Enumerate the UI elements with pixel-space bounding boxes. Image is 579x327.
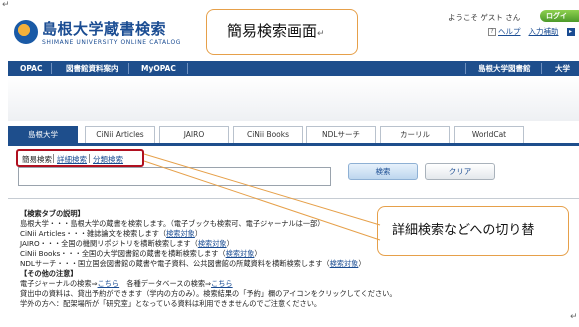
note-text: ） bbox=[226, 239, 234, 248]
mode-divider bbox=[53, 154, 54, 163]
note-ndl: NDLサーチ・・・国立国会図書館の蔵書や電子資料、公共図書館の所蔵資料を横断検索… bbox=[20, 259, 366, 269]
nav-myopac[interactable]: MyOPAC bbox=[141, 61, 176, 76]
tab-cinii-articles[interactable]: CiNii Articles bbox=[85, 126, 155, 143]
nav-divider bbox=[51, 63, 52, 74]
search-target-link[interactable]: 検索対象 bbox=[330, 259, 359, 268]
tab-jairo[interactable]: JAIRO bbox=[159, 126, 229, 143]
section-divider bbox=[8, 198, 579, 199]
note-text: ） bbox=[194, 229, 203, 238]
note-text: ） bbox=[358, 259, 366, 268]
search-target-link[interactable]: 検索対象 bbox=[166, 229, 195, 238]
callout-mode-switch: 詳細検索などへの切り替 bbox=[377, 206, 569, 256]
note-reservation: 貸出中の資料は、貸出予約ができます（学内の方のみ）。検索結果の「予約」欄のアイコ… bbox=[20, 289, 397, 298]
tab-cinii-books[interactable]: CiNii Books bbox=[233, 126, 303, 143]
tab-calil[interactable]: カーリル bbox=[380, 126, 450, 143]
arrow-icon[interactable]: ▸ bbox=[566, 28, 575, 36]
university-logo-icon bbox=[14, 20, 38, 44]
note-text: CiNii Books・・・全国の大学図書館の蔵書を横断検索します（ bbox=[20, 249, 226, 258]
nav-divider bbox=[187, 63, 188, 74]
clear-button[interactable]: クリア bbox=[425, 163, 495, 180]
nav-university[interactable]: 大学 bbox=[555, 61, 570, 76]
welcome-text: ようこそ ゲスト さん bbox=[448, 13, 521, 22]
note-external-users: 学外の方へ：配架場所が「研究室」となっている資料は利用できませんのでご注意くださ… bbox=[20, 299, 322, 308]
tab-shimane-univ[interactable]: 島根大学 bbox=[8, 126, 78, 144]
tab-worldcat[interactable]: WorldCat bbox=[454, 126, 524, 143]
mode-classification-search[interactable]: 分類検索 bbox=[93, 154, 123, 165]
help-icon: ? bbox=[488, 28, 496, 36]
ej-search-link[interactable]: こちら bbox=[98, 279, 120, 288]
return-mark: ↵ bbox=[570, 312, 578, 322]
search-target-link[interactable]: 検索対象 bbox=[226, 249, 255, 258]
input-help-link[interactable]: 入力補助 bbox=[529, 27, 559, 36]
search-input[interactable] bbox=[18, 167, 331, 186]
nav-shimane-library[interactable]: 島根大学図書館 bbox=[478, 61, 531, 76]
note-text: NDLサーチ・・・国立国会図書館の蔵書や電子資料、公共図書館の所蔵資料を横断検索… bbox=[20, 259, 330, 268]
main-navbar: OPAC 図書館資料案内 MyOPAC 島根大学図書館 大学 bbox=[8, 61, 579, 76]
nav-opac[interactable]: OPAC bbox=[20, 61, 43, 76]
callout-simple-search-text: 簡易検索画面 bbox=[227, 22, 318, 40]
note-shimane: 島根大学・・・島根大学の蔵書を検索します。（電子ブックも検索可、電子ジャーナルは… bbox=[20, 219, 324, 229]
note-text: 各種データベースの検索⇒ bbox=[119, 279, 212, 288]
login-button[interactable]: ログイ bbox=[540, 10, 579, 22]
help-link[interactable]: ヘルプ bbox=[498, 27, 521, 36]
note-text: JAIRO・・・全国の機関リポジトリを横断検索します（ bbox=[20, 239, 198, 248]
note-cinii-articles: CiNii Articles・・・雑誌論文を検索します（検索対象） bbox=[20, 229, 202, 239]
return-mark: ↵ bbox=[317, 29, 325, 39]
header-band bbox=[8, 76, 579, 121]
search-button[interactable]: 検索 bbox=[348, 163, 418, 180]
site-subtitle: SHIMANE UNIVERSITY ONLINE CATALOG bbox=[42, 39, 182, 46]
search-target-tabs: 島根大学 CiNii Articles JAIRO CiNii Books ND… bbox=[8, 126, 579, 144]
database-search-link[interactable]: こちら bbox=[211, 279, 233, 288]
note-text: 島根大学・・・島根大学の蔵書を検索します。（電子ブックも検索可、電子ジャーナルは… bbox=[20, 219, 325, 228]
note-ej-db: 電子ジャーナルの検索⇒こちら 各種データベースの検索⇒こちら bbox=[20, 279, 233, 289]
note-text: ） bbox=[254, 249, 262, 258]
note-cinii-books: CiNii Books・・・全国の大学図書館の蔵書を横断検索します（検索対象） bbox=[20, 249, 262, 259]
tab-ndl-search[interactable]: NDLサーチ bbox=[306, 126, 376, 143]
nav-divider bbox=[128, 63, 129, 74]
mode-advanced-search[interactable]: 詳細検索 bbox=[57, 154, 87, 165]
mode-divider bbox=[89, 154, 90, 163]
return-mark: ↵ bbox=[2, 0, 10, 10]
mode-simple-search[interactable]: 簡易検索 bbox=[22, 154, 52, 165]
note-jairo: JAIRO・・・全国の機関リポジトリを横断検索します（検索対象） bbox=[20, 239, 234, 249]
note-text: CiNii Articles・・・雑誌論文を検索します（ bbox=[20, 229, 167, 238]
note-text: 電子ジャーナルの検索⇒ bbox=[20, 279, 98, 288]
nav-library-guide[interactable]: 図書館資料案内 bbox=[66, 61, 119, 76]
nav-divider bbox=[541, 63, 542, 74]
tab-help-heading: 【検索タブの説明】 bbox=[20, 209, 85, 218]
other-notes-heading: 【その他の注意】 bbox=[20, 269, 78, 278]
help-links: ? ヘルプ 入力補助 ▸ bbox=[488, 26, 575, 37]
callout-simple-search: 簡易検索画面↵ bbox=[206, 9, 358, 55]
search-target-link[interactable]: 検索対象 bbox=[198, 239, 227, 248]
site-title[interactable]: 島根大学蔵書検索 bbox=[42, 18, 166, 39]
nav-divider bbox=[465, 63, 466, 74]
